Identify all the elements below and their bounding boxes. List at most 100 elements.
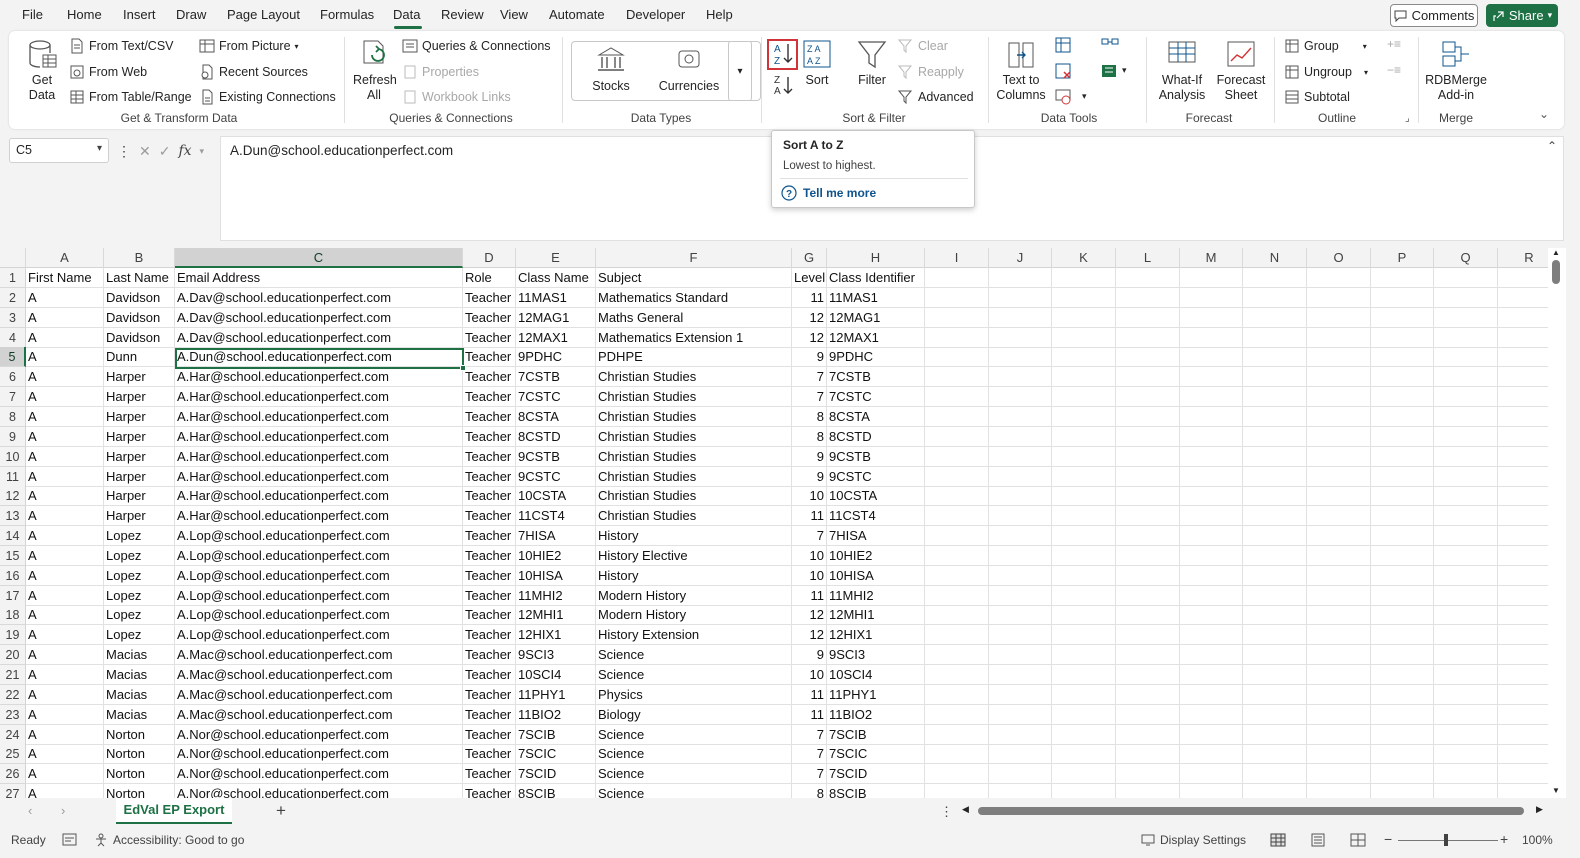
table-cell[interactable] (1243, 565, 1307, 586)
table-cell[interactable]: 10 (792, 486, 827, 507)
table-cell[interactable]: Teacher (463, 605, 516, 626)
table-cell[interactable]: 9CSTC (827, 466, 925, 487)
table-cell[interactable]: A.Har@school.educationperfect.com (175, 426, 463, 447)
table-cell[interactable] (1052, 784, 1116, 798)
menu-formulas[interactable]: Formulas (320, 7, 374, 22)
row-header[interactable]: 3 (0, 307, 26, 328)
row-header[interactable]: 22 (0, 684, 26, 705)
table-cell[interactable]: A (26, 565, 104, 586)
table-cell[interactable] (1052, 327, 1116, 348)
table-cell[interactable]: 12MAX1 (516, 327, 596, 348)
table-cell[interactable]: Harper (104, 367, 175, 388)
table-cell[interactable] (1180, 764, 1243, 785)
table-cell[interactable] (1052, 704, 1116, 725)
table-cell[interactable] (1180, 585, 1243, 606)
filter-button[interactable]: Filter (854, 39, 890, 88)
row-header[interactable]: 7 (0, 387, 26, 408)
column-header-m[interactable]: M (1180, 248, 1243, 268)
table-cell[interactable]: 8CSTA (516, 406, 596, 427)
table-cell[interactable] (1434, 605, 1498, 626)
table-cell[interactable]: Teacher (463, 625, 516, 646)
table-cell[interactable]: A.Dav@school.educationperfect.com (175, 327, 463, 348)
table-cell[interactable] (1052, 764, 1116, 785)
table-cell[interactable]: A.Har@school.educationperfect.com (175, 486, 463, 507)
table-cell[interactable] (1434, 307, 1498, 328)
table-cell[interactable] (1052, 526, 1116, 547)
table-cell[interactable]: Christian Studies (596, 387, 792, 408)
table-cell[interactable] (925, 446, 989, 467)
table-cell[interactable]: Harper (104, 466, 175, 487)
table-cell[interactable]: Last Name (104, 268, 175, 288)
table-cell[interactable]: A.Mac@school.educationperfect.com (175, 665, 463, 685)
gallery-expand-button[interactable]: ▾ (728, 41, 752, 101)
zoom-in-icon[interactable]: + (1500, 831, 1508, 847)
table-cell[interactable]: Teacher (463, 367, 516, 388)
table-cell[interactable] (1116, 625, 1180, 646)
row-header[interactable]: 12 (0, 486, 26, 507)
table-cell[interactable]: Christian Studies (596, 367, 792, 388)
table-cell[interactable] (1180, 625, 1243, 646)
table-cell[interactable]: 11CST4 (827, 506, 925, 527)
table-cell[interactable]: 7SCIC (827, 744, 925, 765)
table-cell[interactable] (1434, 764, 1498, 785)
table-cell[interactable] (1180, 506, 1243, 527)
table-cell[interactable] (1116, 307, 1180, 328)
row-header[interactable]: 10 (0, 446, 26, 467)
table-cell[interactable]: 11 (792, 684, 827, 705)
table-cell[interactable]: 7CSTB (516, 367, 596, 388)
table-cell[interactable]: 7CSTB (827, 367, 925, 388)
table-cell[interactable] (1307, 347, 1371, 368)
column-header-d[interactable]: D (463, 248, 516, 268)
table-cell[interactable] (989, 585, 1052, 606)
column-header-q[interactable]: Q (1434, 248, 1498, 268)
table-cell[interactable]: A (26, 486, 104, 507)
scroll-up-icon[interactable]: ▲ (1552, 248, 1560, 257)
table-cell[interactable]: 10HISA (827, 565, 925, 586)
accessibility-status[interactable]: Accessibility: Good to go (94, 833, 244, 847)
advanced-filter-button[interactable]: Advanced (898, 87, 974, 107)
table-cell[interactable]: 11MAS1 (827, 287, 925, 308)
table-cell[interactable] (1116, 704, 1180, 725)
row-header[interactable]: 27 (0, 784, 26, 798)
table-cell[interactable] (1307, 625, 1371, 646)
table-cell[interactable]: 11 (792, 704, 827, 725)
table-cell[interactable]: Harper (104, 446, 175, 467)
table-cell[interactable] (1180, 486, 1243, 507)
table-cell[interactable] (1116, 585, 1180, 606)
table-cell[interactable] (1180, 704, 1243, 725)
table-cell[interactable]: Christian Studies (596, 506, 792, 527)
existing-connections-button[interactable]: Existing Connections (199, 87, 336, 107)
remove-duplicates-icon[interactable] (1055, 63, 1071, 79)
table-cell[interactable] (1052, 605, 1116, 626)
table-cell[interactable]: A (26, 625, 104, 646)
table-cell[interactable]: 9 (792, 347, 827, 368)
table-cell[interactable] (1434, 506, 1498, 527)
table-cell[interactable] (1180, 327, 1243, 348)
table-cell[interactable]: 7HISA (516, 526, 596, 547)
table-cell[interactable] (1243, 764, 1307, 785)
row-header[interactable]: 14 (0, 526, 26, 547)
table-cell[interactable]: Macias (104, 665, 175, 685)
table-cell[interactable] (925, 367, 989, 388)
table-cell[interactable]: 7 (792, 724, 827, 745)
table-cell[interactable] (1180, 307, 1243, 328)
table-cell[interactable] (925, 506, 989, 527)
table-cell[interactable] (925, 545, 989, 566)
from-table-range-button[interactable]: From Table/Range (69, 87, 192, 107)
table-cell[interactable]: A.Lop@school.educationperfect.com (175, 585, 463, 606)
table-cell[interactable] (1434, 565, 1498, 586)
table-cell[interactable] (1243, 625, 1307, 646)
table-cell[interactable]: A (26, 406, 104, 427)
table-cell[interactable]: 12 (792, 307, 827, 328)
table-cell[interactable] (1243, 486, 1307, 507)
table-cell[interactable]: Lopez (104, 625, 175, 646)
consolidate-icon[interactable] (1101, 37, 1119, 53)
table-cell[interactable]: Harper (104, 406, 175, 427)
menu-home[interactable]: Home (67, 7, 102, 22)
table-cell[interactable] (1243, 367, 1307, 388)
table-cell[interactable] (1307, 506, 1371, 527)
table-cell[interactable] (1307, 565, 1371, 586)
table-cell[interactable]: 12MHI1 (516, 605, 596, 626)
table-cell[interactable] (925, 585, 989, 606)
table-cell[interactable]: Level (792, 268, 827, 288)
